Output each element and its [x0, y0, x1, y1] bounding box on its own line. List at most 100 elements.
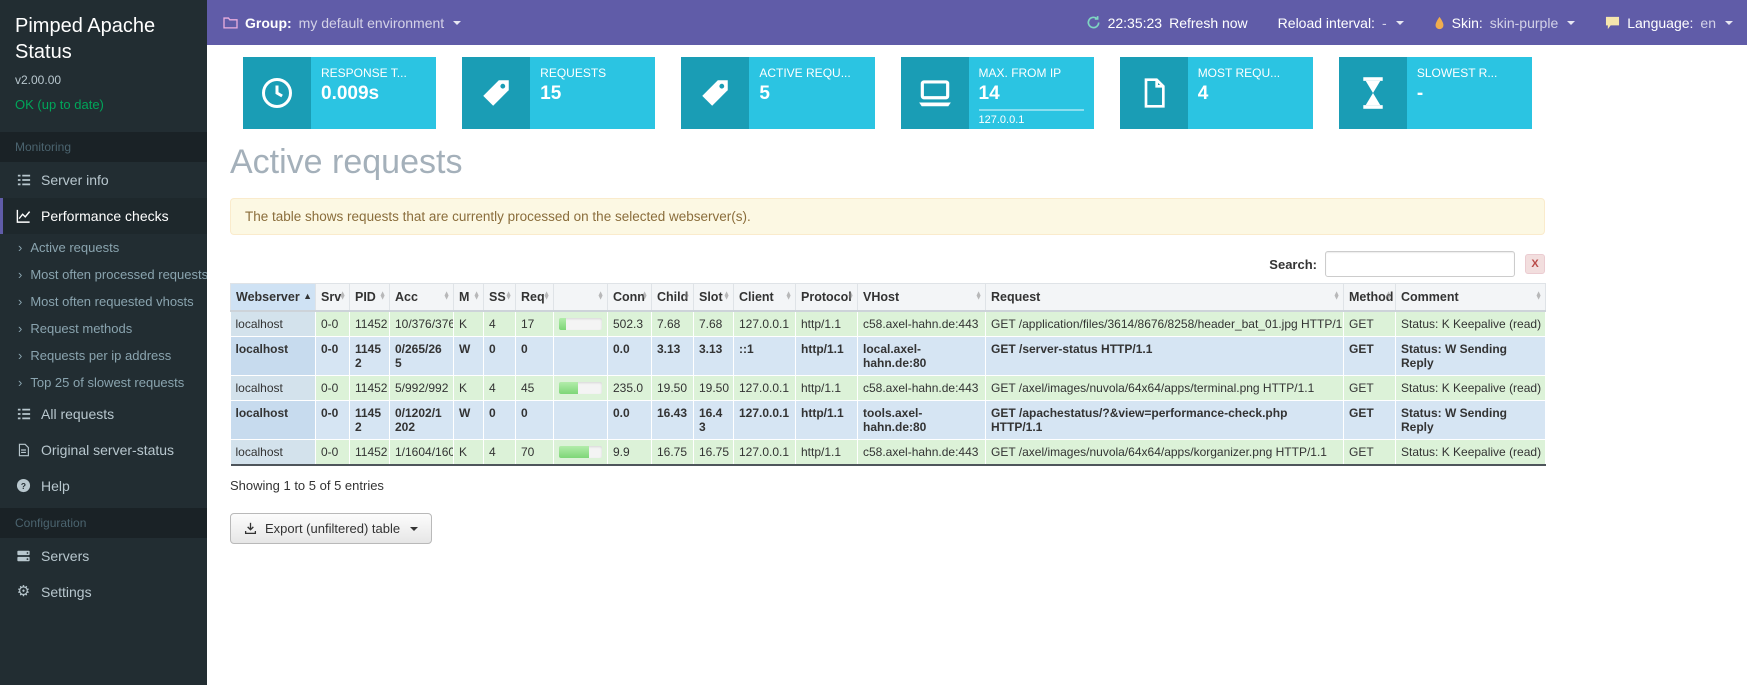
cell-srv: 0-0: [315, 400, 350, 440]
column-header-method[interactable]: Method ▲ ▼: [1343, 283, 1396, 312]
cell-protocol: http/1.1: [795, 375, 858, 401]
column-header-vhost[interactable]: VHost ▲ ▼: [857, 283, 986, 312]
column-header-pid[interactable]: PID ▲ ▼: [349, 283, 390, 312]
column-header-req[interactable]: Req ▲ ▼: [515, 283, 554, 312]
cell-child: 16.43: [651, 400, 694, 440]
tile-label: ACTIVE REQU...: [759, 66, 851, 80]
req-progress-bar: [559, 318, 602, 330]
column-header-slot[interactable]: Slot ▲ ▼: [693, 283, 734, 312]
sidebar-item-label: Settings: [41, 583, 92, 600]
refresh-now-button[interactable]: 22:35:23 Refresh now: [1086, 15, 1248, 31]
ticket-icon: [681, 57, 750, 129]
chevron-right-icon: ›: [18, 239, 23, 255]
cell-srv: 0-0: [315, 375, 350, 401]
column-header-conn[interactable]: Conn ▲ ▼: [607, 283, 652, 312]
cell-ss: 0: [483, 336, 516, 376]
sidebar-subitem-most-often-requested-vhosts[interactable]: › Most often requested vhosts: [0, 288, 207, 315]
sort-icon: ▲ ▼: [723, 290, 730, 302]
cell-pid: 11452: [349, 375, 390, 401]
info-banner: The table shows requests that are curren…: [230, 198, 1545, 235]
sidebar-item-performance-checks[interactable]: Performance checks: [0, 197, 207, 234]
group-dropdown[interactable]: Group: my default environment: [207, 0, 477, 45]
sidebar-item-original-server-status[interactable]: Original server-status: [0, 432, 207, 468]
column-header-ss[interactable]: SS ▲ ▼: [483, 283, 516, 312]
column-header-acc[interactable]: Acc ▲ ▼: [389, 283, 454, 312]
file-text-icon: [15, 443, 32, 457]
export-button[interactable]: Export (unfiltered) table: [230, 513, 433, 544]
gear-icon: ⚙: [16, 583, 31, 601]
caret-down-icon: [1725, 20, 1733, 25]
clear-search-button[interactable]: X: [1525, 254, 1545, 274]
cell-slot: 16.75: [693, 439, 734, 465]
cell-webserver: localhost: [230, 400, 316, 440]
cell-m: K: [453, 439, 484, 465]
cell-child: 7.68: [651, 310, 694, 337]
cell-child: 19.50: [651, 375, 694, 401]
skin-dropdown[interactable]: Skin: skin-purple: [1434, 15, 1576, 31]
sidebar-subitem-request-methods[interactable]: › Request methods: [0, 315, 207, 342]
main-content: RESPONSE T... 0.009s REQUESTS 15 ACTIVE REQU…: [207, 45, 1747, 685]
column-header-m[interactable]: M ▲ ▼: [453, 283, 484, 312]
cell-comment: Status: K Keepalive (read): [1395, 310, 1546, 337]
sidebar-item-label: Server info: [41, 171, 109, 188]
tile-value: -: [1416, 83, 1424, 104]
cell-pid: 11452: [349, 439, 390, 465]
ticket-icon: [462, 57, 531, 129]
sort-icon: ▲ ▼: [473, 290, 480, 302]
sidebar-subitem-top-25-of-slowest-requests[interactable]: › Top 25 of slowest requests: [0, 369, 207, 396]
tile-label: REQUESTS: [540, 66, 607, 80]
export-label: Export (unfiltered) table: [265, 521, 401, 536]
menu-section-label: Configuration: [0, 507, 207, 538]
language-label: Language:: [1627, 14, 1694, 31]
metric-tile-response-t: RESPONSE T... 0.009s: [243, 57, 437, 129]
sort-icon: ▲ ▼: [641, 290, 648, 302]
sidebar-subitem-requests-per-ip-address[interactable]: › Requests per ip address: [0, 342, 207, 369]
search-input[interactable]: [1325, 251, 1515, 277]
column-header-client[interactable]: Client ▲ ▼: [733, 283, 796, 312]
cell-req: 17: [515, 310, 554, 337]
table-header-row: Webserver ▲ Srv ▲ ▼ PID ▲ ▼ Acc ▲ ▼ M ▲ ▼ SS ▲ ▼ Req ▲ ▼ ▲ ▼ C…: [230, 283, 1546, 312]
cell-pid: 11452: [349, 310, 390, 337]
help-icon: ?: [15, 478, 32, 493]
sidebar-subitem-most-often-processed-requests[interactable]: › Most often processed requests: [0, 261, 207, 288]
column-header-webserver[interactable]: Webserver ▲: [230, 283, 316, 312]
column-header-comment[interactable]: Comment ▲ ▼: [1395, 283, 1546, 312]
cell-method: GET: [1343, 439, 1396, 465]
tile-progress-bar: [978, 109, 1084, 111]
cell-request: GET /server-status HTTP/1.1: [985, 336, 1344, 376]
column-header-child[interactable]: Child ▲ ▼: [651, 283, 694, 312]
skin-label: Skin:: [1451, 14, 1483, 31]
cell-child: 3.13: [651, 336, 694, 376]
cell-conn: 0.0: [607, 400, 652, 440]
sidebar-item-help[interactable]: ? Help: [0, 468, 207, 504]
skin-value: skin-purple: [1489, 14, 1559, 31]
cell-client: ::1: [733, 336, 796, 376]
sidebar-item-settings[interactable]: ⚙ Settings: [0, 574, 207, 610]
cell-client: 127.0.0.1: [733, 310, 796, 337]
column-header-srv[interactable]: Srv ▲ ▼: [315, 283, 350, 312]
sort-icon: ▲: [303, 291, 312, 302]
cell-method: GET: [1343, 400, 1396, 440]
reload-interval-dropdown[interactable]: Reload interval: -: [1278, 15, 1404, 31]
update-status: OK (up to date): [15, 96, 104, 112]
column-header-protocol[interactable]: Protocol ▲ ▼: [795, 283, 858, 312]
sidebar-item-all-requests[interactable]: All requests: [0, 396, 207, 432]
sort-icon: ▲ ▼: [975, 290, 982, 302]
sidebar-item-label: Servers: [41, 547, 90, 564]
sidebar-item-servers[interactable]: Servers: [0, 538, 207, 574]
chevron-right-icon: ›: [18, 266, 23, 282]
column-header-progress[interactable]: ▲ ▼: [553, 283, 608, 312]
cell-progress: [553, 375, 608, 401]
cell-comment: Status: K Keepalive (read): [1395, 439, 1546, 465]
cell-webserver: localhost: [230, 375, 316, 401]
tile-label: SLOWEST R...: [1416, 66, 1498, 80]
sort-icon: ▲ ▼: [505, 290, 512, 302]
language-dropdown[interactable]: Language: en: [1605, 15, 1733, 31]
cell-req: 45: [515, 375, 554, 401]
topbar: Group: my default environment 22:35:23 R…: [207, 0, 1747, 45]
app-title: Pimped Apache Status: [15, 15, 156, 64]
column-header-request[interactable]: Request ▲ ▼: [985, 283, 1344, 312]
cell-protocol: http/1.1: [795, 439, 858, 465]
sidebar-item-server-info[interactable]: Server info: [0, 162, 207, 198]
sidebar-subitem-active-requests[interactable]: › Active requests: [0, 234, 207, 261]
